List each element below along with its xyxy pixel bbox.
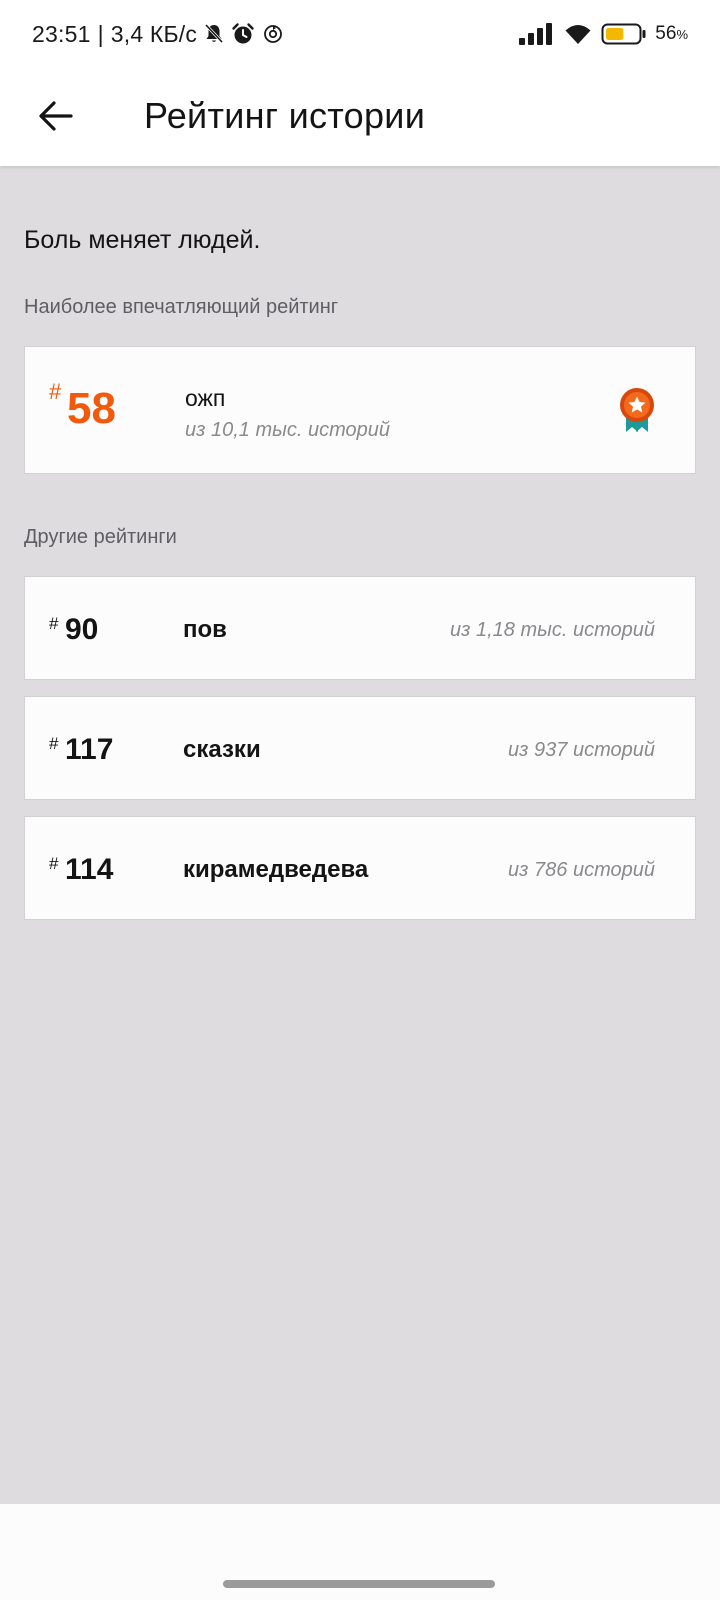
home-indicator[interactable]: [223, 1580, 495, 1588]
rating-count: из 1,18 тыс. историй: [450, 619, 655, 641]
page-title: Рейтинг истории: [144, 95, 426, 136]
network-speed: 3,4 КБ/с: [110, 20, 198, 47]
rating-count: из 786 историй: [508, 859, 655, 881]
bell-off-icon: [204, 23, 224, 45]
rating-row[interactable]: # 114 кирамедведева из 786 историй: [24, 816, 696, 920]
award-medal-icon: [617, 387, 657, 433]
best-rating-count: из 10,1 тыс. историй: [185, 419, 390, 441]
status-left: 23:51 | 3,4 КБ/с: [32, 18, 284, 50]
battery-percentage: 56%: [655, 23, 688, 44]
back-button[interactable]: [30, 90, 82, 142]
rank-hash: #: [49, 734, 59, 753]
rank-number: 90: [65, 613, 99, 646]
rating-row[interactable]: # 117 сказки из 937 историй: [24, 696, 696, 800]
rank-number: 117: [65, 733, 114, 766]
rating-tag: кирамедведева: [183, 856, 369, 883]
rank-hash: #: [49, 379, 62, 404]
best-rating-card[interactable]: # 58 ожп из 10,1 тыс. историй: [24, 346, 696, 474]
rank-number: 114: [65, 853, 114, 886]
best-rating-tag: ожп: [185, 385, 226, 411]
clock: 23:51: [32, 20, 91, 47]
section-label-best-rating: Наиболее впечатляющий рейтинг: [24, 296, 339, 318]
wifi-icon: [565, 23, 591, 45]
section-label-other-ratings: Другие рейтинги: [24, 526, 177, 548]
status-right: 56%: [509, 18, 688, 50]
rating-count: из 937 историй: [508, 739, 655, 761]
status-bar: 23:51 | 3,4 КБ/с 56%: [0, 0, 720, 68]
rating-row[interactable]: # 90 пов из 1,18 тыс. историй: [24, 576, 696, 680]
app-bar: Рейтинг истории: [0, 68, 720, 166]
rank-hash: #: [49, 614, 59, 633]
signal-icon: [519, 22, 555, 46]
rank-hash: #: [49, 854, 59, 873]
rating-tag: пов: [183, 616, 227, 643]
story-title: Боль меняет людей.: [24, 226, 261, 254]
arrow-left-icon: [39, 101, 73, 131]
rating-tag: сказки: [183, 736, 261, 763]
battery-icon: [601, 22, 647, 46]
status-separator: |: [97, 20, 104, 47]
alarm-icon: [231, 22, 255, 46]
best-rank-number: 58: [67, 384, 116, 433]
sync-icon: [262, 23, 284, 45]
